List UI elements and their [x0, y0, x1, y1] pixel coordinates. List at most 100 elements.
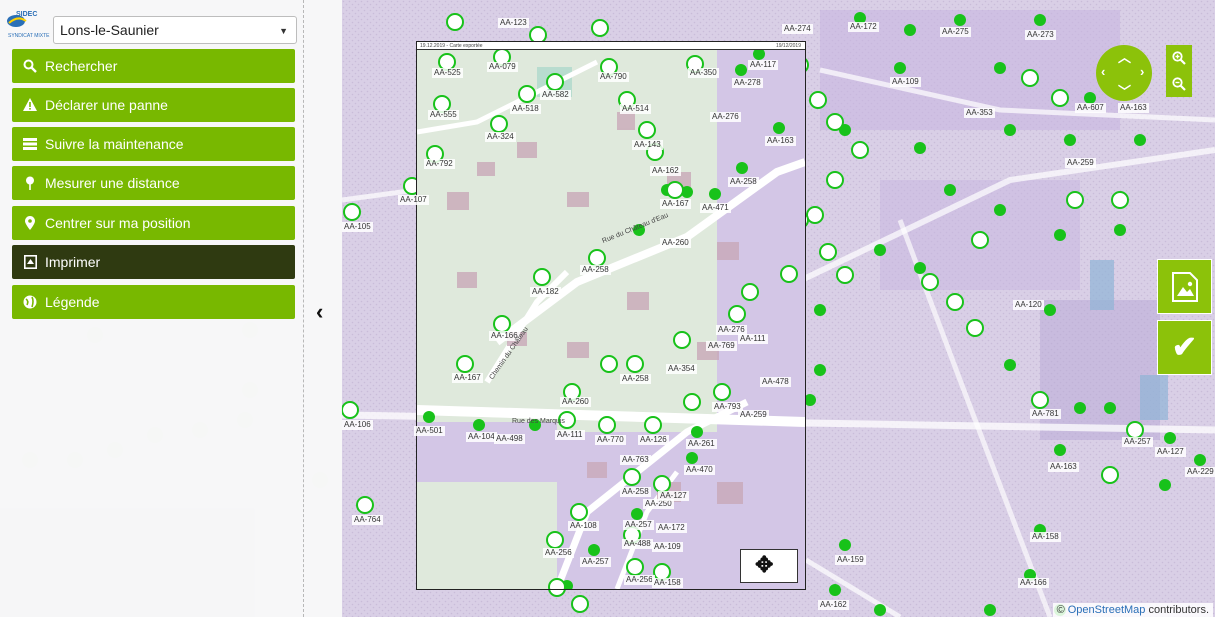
lamp-label[interactable]: AA-256 [624, 575, 655, 585]
validate-button[interactable]: ✔ [1157, 320, 1212, 375]
lamp-label[interactable]: AA-182 [530, 287, 561, 297]
lamp-label[interactable]: AA-769 [706, 341, 737, 351]
move-icon[interactable]: ✥ [755, 553, 773, 577]
lamp-label[interactable]: AA-350 [688, 68, 719, 78]
lamp-label[interactable]: AA-259 [738, 410, 769, 420]
lamp-label[interactable]: AA-104 [466, 432, 497, 442]
lamp-label[interactable]: AA-258 [620, 374, 651, 384]
lamp-label[interactable]: AA-256 [543, 548, 574, 558]
lamp-label[interactable]: AA-123 [498, 18, 529, 28]
lamp-label[interactable]: AA-163 [1118, 103, 1149, 113]
lamp-label[interactable]: AA-276 [710, 112, 741, 122]
pan-down-icon[interactable]: ﹀ [1118, 81, 1131, 100]
lamp-label[interactable]: AA-258 [580, 265, 611, 275]
lamp-label[interactable]: AA-127 [658, 491, 689, 501]
lamp-label[interactable]: AA-167 [452, 373, 483, 383]
lamp-label[interactable]: AA-257 [580, 557, 611, 567]
lamp-label[interactable]: AA-275 [940, 27, 971, 37]
lamp-label[interactable]: AA-324 [485, 132, 516, 142]
menu-item-centrer-position[interactable]: Centrer sur ma position [12, 206, 295, 240]
lamp-label[interactable]: AA-109 [890, 77, 921, 87]
lamp-label[interactable]: AA-278 [732, 78, 763, 88]
lamp-label[interactable]: AA-162 [650, 166, 681, 176]
lamp-label[interactable]: AA-159 [835, 555, 866, 565]
commune-select[interactable]: Lons-le-Saunier ▼ [53, 16, 297, 44]
lamp-label[interactable]: AA-274 [782, 24, 813, 34]
lamp-label[interactable]: AA-790 [598, 72, 629, 82]
osm-link[interactable]: OpenStreetMap [1068, 604, 1146, 616]
menu-item-mesurer-distance[interactable]: Mesurer une distance [12, 166, 295, 200]
menu-item-legende[interactable]: Légende [12, 285, 295, 319]
menu-item-suivre-maintenance[interactable]: Suivre la maintenance [12, 127, 295, 161]
pan-control[interactable]: ︿ ﹀ ‹ › [1096, 45, 1152, 101]
menu-item-imprimer[interactable]: Imprimer [12, 245, 295, 279]
lamp-label[interactable]: AA-478 [760, 377, 791, 387]
zoom-out-button[interactable] [1166, 71, 1192, 97]
lamp-label[interactable]: AA-471 [700, 203, 731, 213]
pin-icon [22, 166, 38, 202]
lamp-label[interactable]: AA-079 [487, 62, 518, 72]
menu-item-label: Suivre la maintenance [45, 136, 184, 152]
sidebar: SIDEC SYNDICAT MIXTE Lons-le-Saunier ▼ R… [0, 0, 303, 617]
zoom-in-button[interactable] [1166, 45, 1192, 71]
menu-item-declarer-panne[interactable]: Déclarer une panne [12, 88, 295, 122]
lamp-label[interactable]: AA-167 [660, 199, 691, 209]
lamp-label[interactable]: AA-120 [1013, 300, 1044, 310]
lamp-label[interactable]: AA-172 [848, 22, 879, 32]
pan-up-icon[interactable]: ︿ [1118, 47, 1131, 66]
lamp-label[interactable]: AA-166 [1018, 578, 1049, 588]
lamp-label[interactable]: AA-260 [660, 238, 691, 248]
lamp-label[interactable]: AA-158 [652, 578, 683, 588]
warning-icon [22, 88, 38, 124]
lamp-label[interactable]: AA-108 [568, 521, 599, 531]
lamp-label[interactable]: AA-117 [748, 60, 779, 70]
lamp-label[interactable]: AA-273 [1025, 30, 1056, 40]
lamp-label[interactable]: AA-163 [1048, 462, 1079, 472]
lamp-label[interactable]: AA-763 [620, 455, 651, 465]
menu-item-rechercher[interactable]: Rechercher [12, 49, 295, 83]
chevron-left-icon[interactable]: ‹ [316, 300, 330, 324]
lamp-label[interactable]: AA-126 [638, 435, 669, 445]
lamp-label[interactable]: AA-259 [1065, 158, 1096, 168]
lamp-label[interactable]: AA-107 [398, 195, 429, 205]
lamp-label[interactable]: AA-501 [414, 426, 445, 436]
lamp-label[interactable]: AA-764 [352, 515, 383, 525]
lamp-label[interactable]: AA-261 [686, 439, 717, 449]
lamp-label[interactable]: AA-229 [1185, 467, 1215, 477]
pan-left-icon[interactable]: ‹ [1101, 64, 1105, 79]
lamp-label[interactable]: AA-163 [765, 136, 796, 146]
lamp-label[interactable]: AA-257 [1122, 437, 1153, 447]
lamp-label[interactable]: AA-143 [632, 140, 663, 150]
lamp-label[interactable]: AA-257 [623, 520, 654, 530]
lamp-label[interactable]: AA-106 [342, 420, 373, 430]
lamp-label[interactable]: AA-781 [1030, 409, 1061, 419]
lamp-label[interactable]: AA-105 [342, 222, 373, 232]
lamp-label[interactable]: AA-260 [560, 397, 591, 407]
print-area-frame[interactable]: 19.12.2019 - Carte exportée 19/12/2019 ✥ [416, 41, 806, 590]
lamp-label[interactable]: AA-162 [818, 600, 849, 610]
lamp-label[interactable]: AA-555 [428, 110, 459, 120]
lamp-label[interactable]: AA-525 [432, 68, 463, 78]
lamp-label[interactable]: AA-258 [728, 177, 759, 187]
lamp-label[interactable]: AA-770 [595, 435, 626, 445]
lamp-label[interactable]: AA-607 [1075, 103, 1106, 113]
pan-right-icon[interactable]: › [1140, 64, 1144, 79]
lamp-label[interactable]: AA-792 [424, 159, 455, 169]
lamp-label[interactable]: AA-258 [620, 487, 651, 497]
lamp-label[interactable]: AA-109 [652, 542, 683, 552]
lamp-label[interactable]: AA-111 [555, 430, 585, 440]
lamp-label[interactable]: AA-172 [656, 523, 687, 533]
lamp-label[interactable]: AA-353 [964, 108, 995, 118]
panel-divider[interactable] [303, 0, 304, 617]
export-image-button[interactable] [1157, 259, 1212, 314]
lamp-label[interactable]: AA-470 [684, 465, 715, 475]
lamp-label[interactable]: AA-488 [622, 539, 653, 549]
lamp-label[interactable]: AA-354 [666, 364, 697, 374]
lamp-label[interactable]: AA-127 [1155, 447, 1186, 457]
lamp-label[interactable]: AA-498 [494, 434, 525, 444]
lamp-label[interactable]: AA-111 [738, 334, 768, 344]
lamp-label[interactable]: AA-582 [540, 90, 571, 100]
lamp-label[interactable]: AA-158 [1030, 532, 1061, 542]
lamp-label[interactable]: AA-514 [620, 104, 651, 114]
lamp-label[interactable]: AA-518 [510, 104, 541, 114]
